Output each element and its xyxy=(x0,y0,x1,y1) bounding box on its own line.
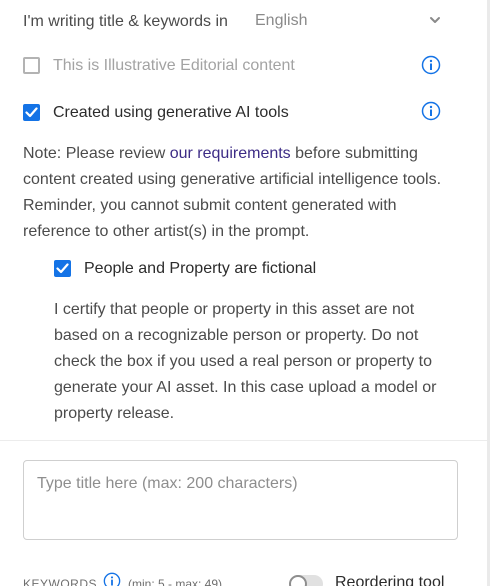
requirements-link[interactable]: our requirements xyxy=(170,145,291,162)
chevron-down-icon[interactable] xyxy=(428,13,442,27)
generative-ai-option[interactable]: Created using generative AI tools xyxy=(23,103,443,125)
keywords-label: KEYWORDS xyxy=(23,577,98,586)
keywords-header: KEYWORDS (min: 5 - max: 49) Reordering t… xyxy=(23,572,463,586)
checkmark-icon xyxy=(56,263,69,274)
info-icon[interactable] xyxy=(421,101,441,121)
illustrative-editorial-option[interactable]: This is Illustrative Editorial content xyxy=(23,56,443,78)
fictional-option[interactable]: People and Property are fictional xyxy=(54,259,434,281)
generative-ai-note: Note: Please review our requirements bef… xyxy=(23,141,463,245)
fictional-description: I certify that people or property in thi… xyxy=(54,301,437,422)
keywords-hint: (min: 5 - max: 49) xyxy=(128,577,223,586)
checkmark-icon xyxy=(25,107,38,118)
note-prefix: Note: Please review xyxy=(23,145,170,162)
title-input[interactable]: Type title here (max: 200 characters) xyxy=(23,460,458,540)
reordering-label: Reordering tool xyxy=(335,574,445,586)
language-value[interactable]: English xyxy=(255,12,307,30)
generative-ai-label: Created using generative AI tools xyxy=(53,104,289,121)
toggle-knob xyxy=(289,575,307,586)
language-label: I'm writing title & keywords in xyxy=(23,13,228,30)
fictional-checkbox[interactable] xyxy=(54,260,71,277)
section-divider xyxy=(0,440,487,441)
info-icon[interactable] xyxy=(421,55,441,75)
language-selector[interactable]: I'm writing title & keywords in English xyxy=(23,10,443,34)
illustrative-editorial-label: This is Illustrative Editorial content xyxy=(53,57,295,74)
generative-ai-checkbox[interactable] xyxy=(23,104,40,121)
reordering-toggle[interactable] xyxy=(289,575,323,586)
info-icon[interactable] xyxy=(103,572,121,586)
fictional-label: People and Property are fictional xyxy=(84,260,317,277)
illustrative-editorial-checkbox[interactable] xyxy=(23,57,40,74)
title-placeholder: Type title here (max: 200 characters) xyxy=(37,475,298,492)
